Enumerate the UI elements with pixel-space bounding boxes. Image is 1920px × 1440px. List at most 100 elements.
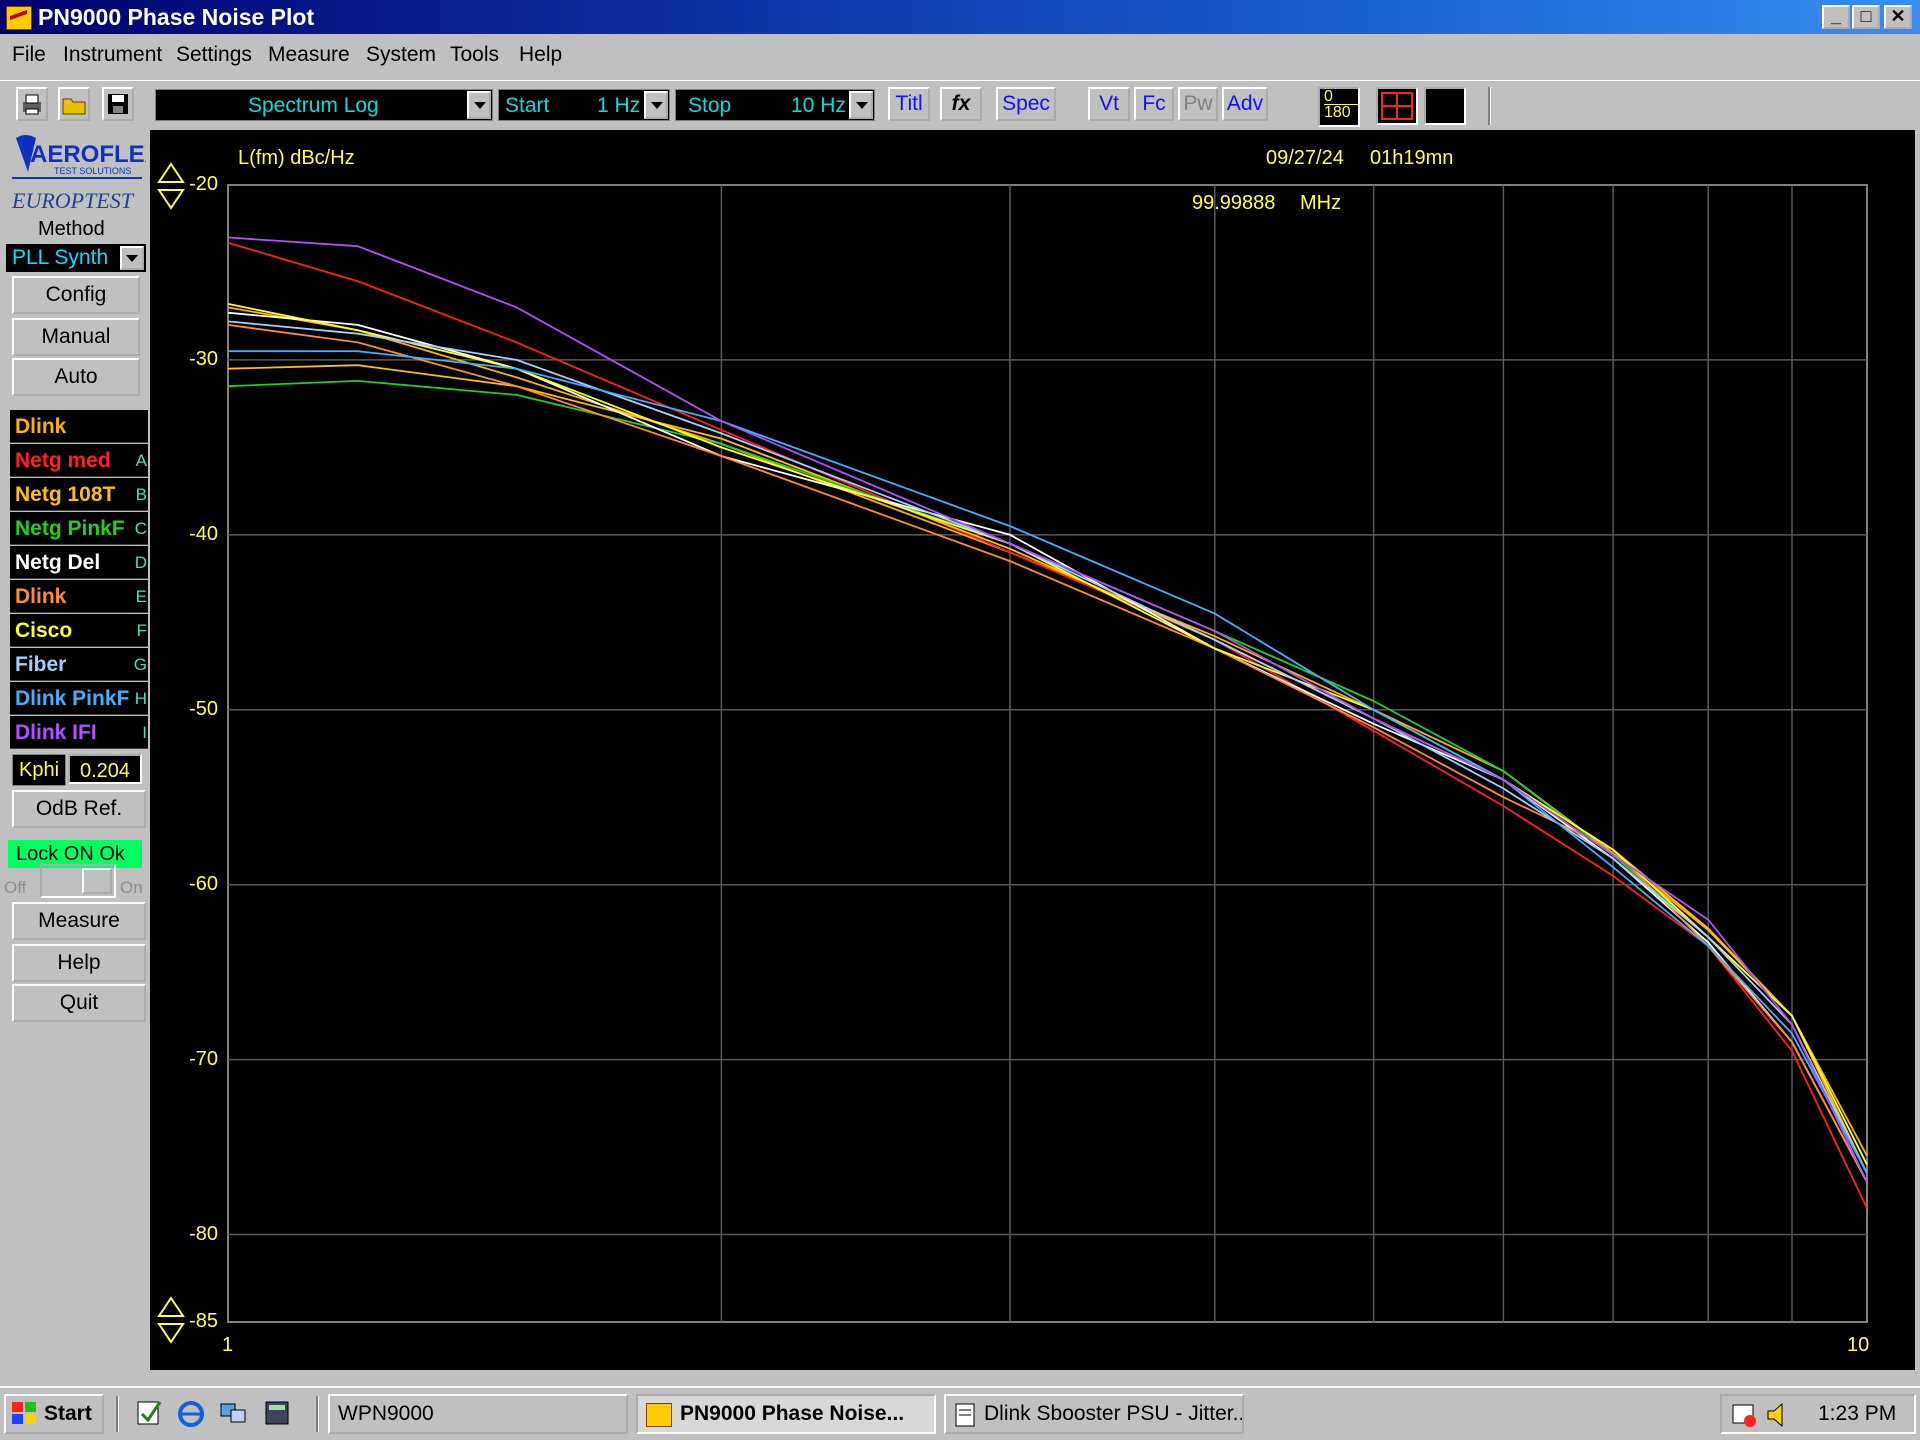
- adv-button[interactable]: Adv: [1222, 87, 1268, 121]
- switch-handle[interactable]: [82, 868, 112, 894]
- menu-file[interactable]: File: [12, 36, 46, 74]
- quicklaunch-notepad-icon[interactable]: [134, 1398, 164, 1428]
- europtest-logo: EUROPTEST: [10, 180, 140, 220]
- system-tray: 1:23 PM: [1720, 1394, 1916, 1434]
- start-label: Start: [44, 1402, 92, 1425]
- x-tick-label: 1: [222, 1334, 234, 1356]
- series-line-7: [227, 303, 1868, 1166]
- y-tick-label: -30: [189, 347, 218, 370]
- left-control-panel: AEROFLEX TEST SOLUTIONS EUROPTEST Method…: [0, 130, 161, 1370]
- series-line-3: [227, 364, 1868, 1174]
- phase-top-value: 0: [1324, 88, 1333, 105]
- toolbar: Spectrum Log Start 1 Hz Stop 10 Hz Titl …: [0, 80, 1920, 131]
- config-button[interactable]: Config: [12, 276, 140, 314]
- trace-tag: D: [134, 553, 147, 572]
- menu-tools[interactable]: Tools: [450, 36, 499, 74]
- trace-legend-item[interactable]: Dlink: [10, 410, 148, 443]
- y-tick-label: -50: [189, 697, 218, 720]
- chevron-down-icon[interactable]: [644, 91, 668, 119]
- task-wpn9000[interactable]: WPN9000: [328, 1394, 628, 1434]
- volume-icon[interactable]: [1764, 1400, 1794, 1430]
- trace-name: Fiber: [15, 653, 67, 676]
- fc-button[interactable]: Fc: [1134, 87, 1174, 121]
- trace-legend-item[interactable]: Netg med A: [10, 444, 148, 477]
- menu-system[interactable]: System: [366, 36, 436, 74]
- manual-button[interactable]: Manual: [12, 318, 140, 356]
- document-icon: [955, 1403, 975, 1427]
- auto-button[interactable]: Auto: [12, 358, 140, 396]
- start-frequency-select[interactable]: Start 1 Hz: [498, 89, 670, 121]
- carrier-frequency-unit: MHz: [1300, 192, 1342, 214]
- series-line-1: [227, 306, 1868, 1157]
- vt-button[interactable]: Vt: [1088, 87, 1130, 121]
- scheduler-icon[interactable]: [1730, 1400, 1760, 1430]
- trace-legend-item[interactable]: Netg Del D: [10, 546, 148, 579]
- brand2-text: EUROPTEST: [11, 188, 135, 213]
- pw-button[interactable]: Pw: [1178, 87, 1218, 121]
- help-button[interactable]: Help: [12, 944, 146, 982]
- y-tick-label: -80: [189, 1222, 218, 1245]
- background-color-button[interactable]: [1424, 87, 1466, 125]
- task-dlink-label: Dlink Sbooster PSU - Jitter...: [984, 1402, 1244, 1425]
- trace-legend-item[interactable]: Netg PinkF C: [10, 512, 148, 545]
- menu-settings[interactable]: Settings: [176, 36, 252, 74]
- task-dlink-jitter-doc[interactable]: Dlink Sbooster PSU - Jitter...: [944, 1394, 1244, 1434]
- phase-range-button[interactable]: 0 180: [1318, 87, 1360, 127]
- scroll-up-arrow-icon[interactable]: [156, 162, 186, 212]
- crosshair-icon: [1381, 92, 1413, 120]
- measure-button[interactable]: Measure: [12, 902, 146, 940]
- windows-logo-icon: [12, 1402, 36, 1424]
- menu-measure[interactable]: Measure: [268, 36, 350, 74]
- function-button[interactable]: fx: [940, 87, 982, 121]
- lock-switch[interactable]: [40, 864, 116, 898]
- print-icon[interactable]: [16, 87, 48, 121]
- trace-name: Dlink: [15, 585, 67, 608]
- kphi-value-field[interactable]: 0.204: [68, 754, 142, 784]
- task-pn9000-phase-noise[interactable]: PN9000 Phase Noise...: [636, 1394, 936, 1434]
- zero-db-ref-button[interactable]: OdB Ref.: [12, 790, 146, 828]
- spec-button[interactable]: Spec: [996, 87, 1056, 121]
- internet-explorer-icon[interactable]: [176, 1398, 206, 1428]
- method-select[interactable]: PLL Synth: [6, 244, 146, 272]
- stop-value: 10 Hz: [791, 94, 846, 117]
- phase-bottom-value: 180: [1324, 104, 1358, 121]
- y-axis-label: L(fm) dBc/Hz: [238, 147, 355, 169]
- chevron-down-icon[interactable]: [120, 246, 144, 270]
- quicklaunch-network-icon[interactable]: [218, 1398, 248, 1428]
- trace-legend-item[interactable]: Cisco F: [10, 614, 148, 647]
- chevron-down-icon[interactable]: [849, 91, 873, 119]
- title-bar: PN9000 Phase Noise Plot _ □ ✕: [0, 0, 1920, 34]
- phase-noise-plot[interactable]: L(fm) dBc/Hz 09/27/24 01h19mn 99.99888 M…: [150, 130, 1915, 1370]
- y-tick-label: -40: [189, 522, 218, 545]
- trace-legend-item[interactable]: Netg 108T B: [10, 478, 148, 511]
- taskbar-divider: [316, 1396, 319, 1432]
- open-folder-icon[interactable]: [58, 87, 90, 121]
- stop-frequency-select[interactable]: Stop 10 Hz: [675, 89, 875, 121]
- start-label: Start: [505, 94, 550, 117]
- measurement-date: 09/27/24: [1266, 147, 1344, 169]
- trace-name: Netg 108T: [15, 483, 116, 506]
- trace-tag: G: [133, 655, 147, 674]
- trace-legend-item[interactable]: Fiber G: [10, 648, 148, 681]
- trace-legend-item[interactable]: Dlink IFI I: [10, 716, 148, 749]
- taskbar-divider: [116, 1396, 119, 1432]
- close-button[interactable]: ✕: [1884, 5, 1912, 29]
- chevron-down-icon[interactable]: [467, 91, 491, 119]
- trace-legend-item[interactable]: Dlink E: [10, 580, 148, 613]
- plot-canvas: [227, 184, 1868, 1323]
- display-mode-select[interactable]: Spectrum Log: [155, 89, 493, 121]
- menu-instrument[interactable]: Instrument: [63, 36, 162, 74]
- cursor-crosshair-button[interactable]: [1376, 87, 1418, 125]
- menu-help[interactable]: Help: [519, 36, 562, 74]
- y-tick-label: -70: [189, 1047, 218, 1070]
- trace-legend-item[interactable]: Dlink PinkF H: [10, 682, 148, 715]
- title-button[interactable]: Titl: [888, 87, 930, 121]
- minimize-button[interactable]: _: [1822, 5, 1850, 29]
- quicklaunch-calculator-icon[interactable]: [262, 1398, 292, 1428]
- save-disk-icon[interactable]: [102, 87, 134, 121]
- quit-button[interactable]: Quit: [12, 984, 146, 1022]
- window-title: PN9000 Phase Noise Plot: [38, 4, 315, 30]
- scroll-down-arrow-icon[interactable]: [156, 1296, 186, 1346]
- start-button[interactable]: Start: [4, 1394, 104, 1434]
- maximize-button[interactable]: □: [1852, 5, 1880, 29]
